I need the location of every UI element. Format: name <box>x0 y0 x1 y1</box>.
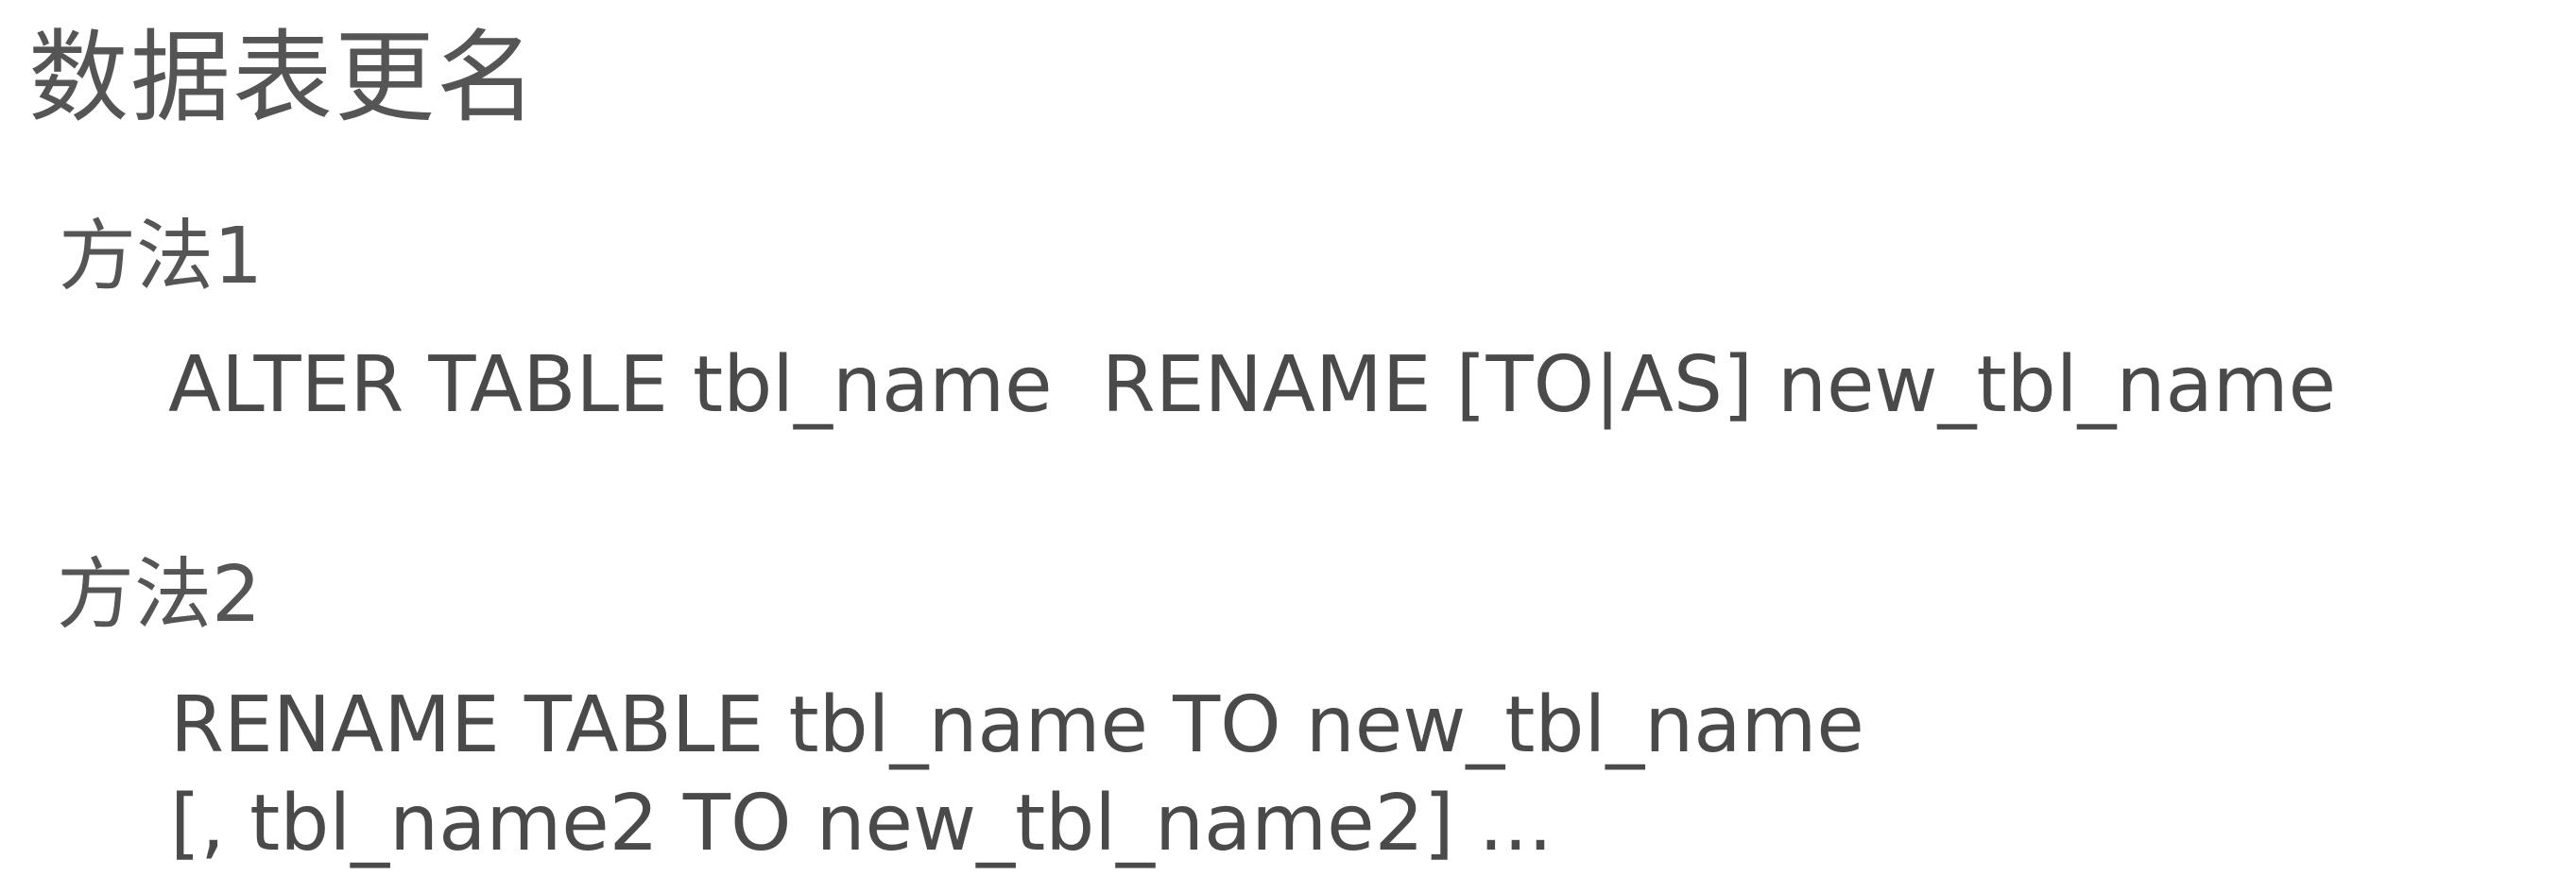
slide: 数据表更名 方法1 ALTER TABLE tbl_name RENAME [T… <box>0 0 2576 894</box>
method-2-syntax-line-2: [, tbl_name2 TO new_tbl_name2] ... <box>170 779 1554 868</box>
slide-title: 数据表更名 <box>28 20 539 136</box>
method-1-heading: 方法1 <box>59 212 264 301</box>
method-2-heading: 方法2 <box>57 550 262 640</box>
method-1-syntax-line: ALTER TABLE tbl_name RENAME [TO|AS] new_… <box>168 340 2337 430</box>
method-2-syntax-line-1: RENAME TABLE tbl_name TO new_tbl_name <box>170 680 1864 770</box>
